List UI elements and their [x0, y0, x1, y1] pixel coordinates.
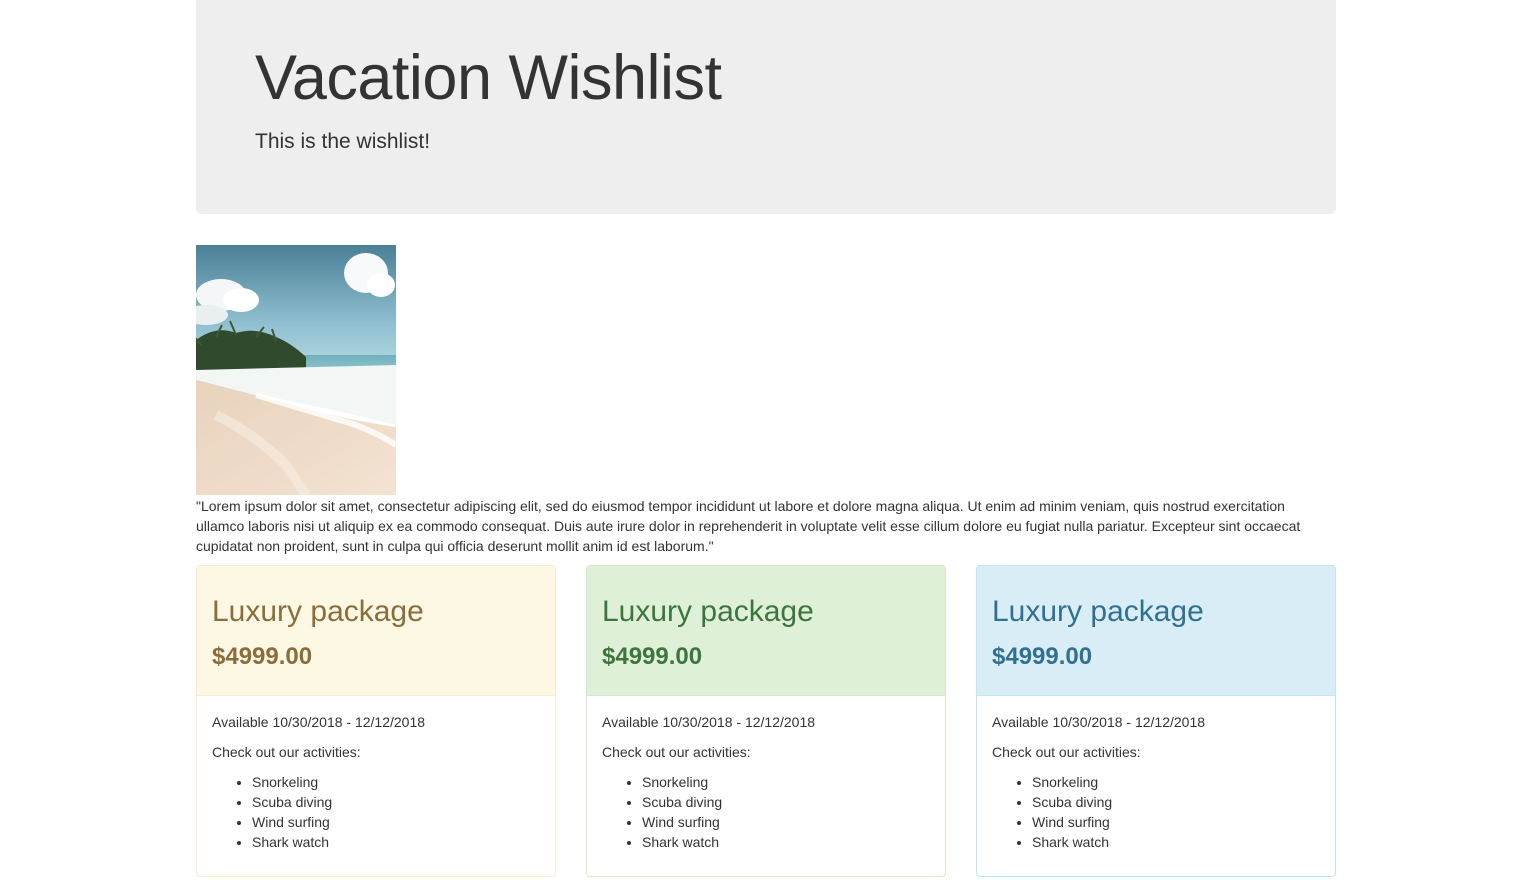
package-price: $4999.00	[992, 643, 1093, 670]
list-item: Scuba diving	[1032, 792, 1320, 812]
activities-list: Snorkeling Scuba diving Wind surfing Sha…	[992, 772, 1320, 852]
list-item: Wind surfing	[1032, 812, 1320, 832]
list-item: Shark watch	[252, 832, 540, 852]
list-item: Shark watch	[642, 832, 930, 852]
package-card-heading: Luxury package $4999.00	[587, 566, 945, 696]
package-card-info: Luxury package $4999.00 Available 10/30/…	[976, 565, 1336, 877]
list-item: Shark watch	[1032, 832, 1320, 852]
list-item: Snorkeling	[252, 772, 540, 792]
package-card-heading: Luxury package $4999.00	[977, 566, 1335, 696]
page-container: Vacation Wishlist This is the wishlist!	[196, 0, 1336, 877]
package-title: Luxury package	[602, 595, 814, 628]
activities-label: Check out our activities:	[212, 744, 361, 760]
package-availability: Available 10/30/2018 - 12/12/2018	[212, 714, 426, 730]
package-title: Luxury package	[212, 595, 424, 628]
list-item: Wind surfing	[642, 812, 930, 832]
package-price: $4999.00	[602, 643, 703, 670]
list-item: Snorkeling	[1032, 772, 1320, 792]
package-title: Luxury package	[992, 595, 1204, 628]
list-item: Scuba diving	[642, 792, 930, 812]
package-card-heading: Luxury package $4999.00	[197, 566, 555, 696]
page-title: Vacation Wishlist	[255, 43, 722, 113]
activities-label: Check out our activities:	[602, 744, 751, 760]
header-jumbotron: Vacation Wishlist This is the wishlist!	[196, 0, 1336, 214]
activities-list: Snorkeling Scuba diving Wind surfing Sha…	[212, 772, 540, 852]
description-text: "Lorem ipsum dolor sit amet, consectetur…	[196, 498, 1301, 554]
list-item: Snorkeling	[642, 772, 930, 792]
package-price: $4999.00	[212, 643, 313, 670]
package-card-warning: Luxury package $4999.00 Available 10/30/…	[196, 565, 556, 877]
activities-list: Snorkeling Scuba diving Wind surfing Sha…	[602, 772, 930, 852]
package-availability: Available 10/30/2018 - 12/12/2018	[602, 714, 816, 730]
activities-label: Check out our activities:	[992, 744, 1141, 760]
list-item: Wind surfing	[252, 812, 540, 832]
package-card-success: Luxury package $4999.00 Available 10/30/…	[586, 565, 946, 877]
package-card-body: Available 10/30/2018 - 12/12/2018 Check …	[587, 696, 945, 852]
beach-image	[196, 245, 396, 495]
package-card-body: Available 10/30/2018 - 12/12/2018 Check …	[977, 696, 1335, 852]
page-subtitle: This is the wishlist!	[255, 130, 431, 153]
package-availability: Available 10/30/2018 - 12/12/2018	[992, 714, 1206, 730]
list-item: Scuba diving	[252, 792, 540, 812]
package-card-body: Available 10/30/2018 - 12/12/2018 Check …	[197, 696, 555, 852]
